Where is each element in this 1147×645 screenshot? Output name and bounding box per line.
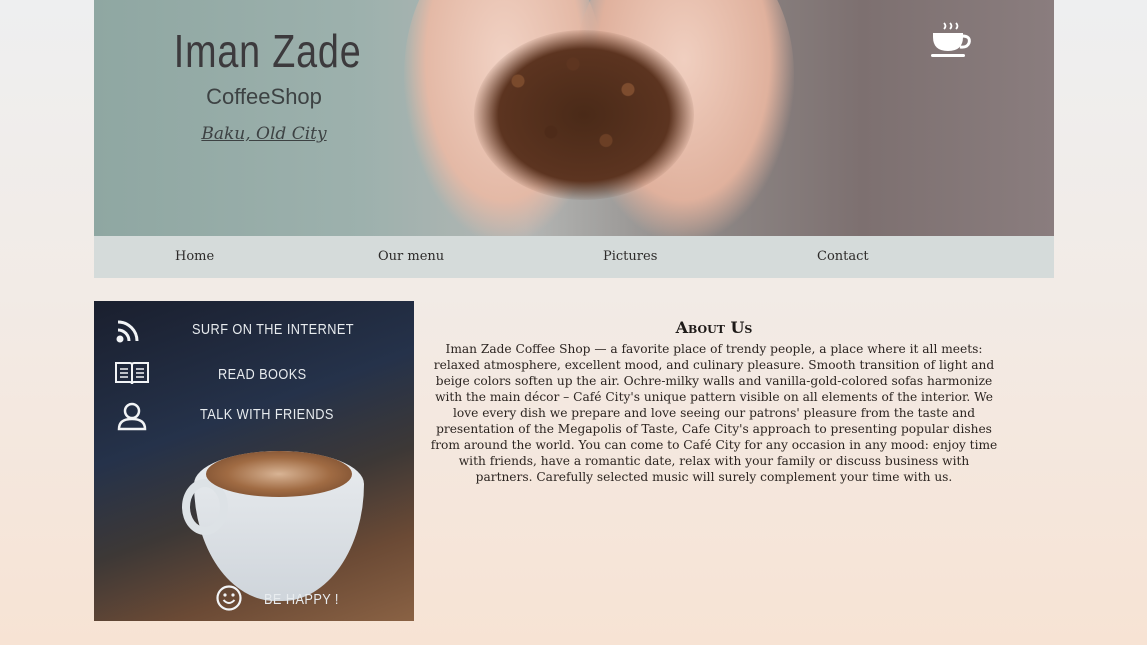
coffee-beans-image: [474, 30, 694, 200]
main-nav: Home Our menu Pictures Contact: [94, 236, 1054, 278]
nav-item-our-menu[interactable]: Our menu: [378, 249, 444, 264]
user-icon: [117, 402, 147, 431]
about-title: About Us: [675, 318, 753, 337]
promo-label-happy: BE HAPPY !: [264, 591, 339, 608]
smiley-icon: [216, 585, 242, 611]
promo-label-friends: TALK WITH FRIENDS: [200, 406, 334, 423]
about-text: Iman Zade Coffee Shop — a favorite place…: [430, 342, 998, 484]
location-link[interactable]: Baku, Old City: [154, 124, 374, 144]
book-icon: [115, 362, 149, 385]
about-section: About Us Iman Zade Coffee Shop — a favor…: [430, 318, 998, 485]
brand-block: Iman Zade CoffeeShop Baku, Old City: [154, 24, 374, 144]
nav-item-pictures[interactable]: Pictures: [603, 249, 657, 264]
promo-label-books: READ BOOKS: [218, 366, 307, 383]
nav-item-contact[interactable]: Contact: [817, 249, 869, 264]
brand-name: Iman Zade: [173, 25, 362, 77]
coffee-cup-icon: [931, 22, 971, 57]
nav-item-home[interactable]: Home: [175, 249, 214, 264]
latte-art: [206, 451, 352, 497]
rss-icon: [116, 320, 139, 343]
header-banner: Iman Zade CoffeeShop Baku, Old City: [94, 0, 1054, 236]
brand-subtitle: CoffeeShop: [206, 84, 322, 109]
promo-label-surf: SURF ON THE INTERNET: [192, 321, 354, 338]
promo-image: SURF ON THE INTERNET READ BOOKS TALK WIT…: [94, 301, 414, 621]
